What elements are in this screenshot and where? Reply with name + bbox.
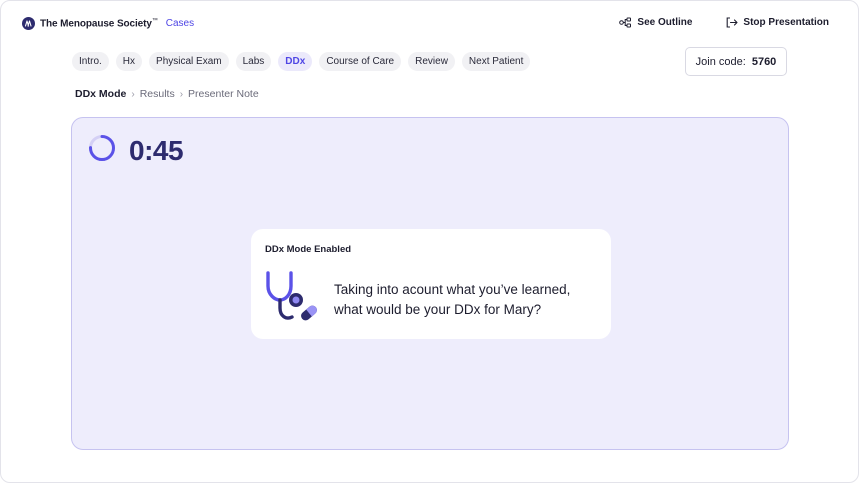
join-code-box: Join code: 5760 (685, 47, 787, 76)
card-title: DDx Mode Enabled (265, 244, 352, 255)
chevron-right-icon: › (131, 88, 135, 100)
stethoscope-pill-icon (263, 269, 321, 332)
header-actions: See Outline Stop Presentation (619, 17, 829, 28)
outline-icon (619, 17, 632, 28)
breadcrumb-ddx-mode[interactable]: DDx Mode (75, 88, 126, 100)
stop-presentation-label: Stop Presentation (743, 17, 829, 28)
app-window: The Menopause Society™ Cases See Outline (0, 0, 859, 483)
brand-product: Cases (165, 18, 195, 29)
tab-course-of-care[interactable]: Course of Care (319, 52, 402, 71)
ddx-prompt-card: DDx Mode Enabled Taking into acount what… (251, 229, 611, 339)
brand-mark-icon (22, 17, 35, 30)
ddx-question: Taking into acount what you’ve learned, … (334, 282, 571, 317)
stop-presentation-button[interactable]: Stop Presentation (726, 17, 829, 28)
tab-intro[interactable]: Intro. (72, 52, 109, 71)
brand-name: The Menopause Society™ (40, 17, 158, 30)
timer-ring-icon (88, 134, 116, 167)
tab-next-patient[interactable]: Next Patient (461, 52, 531, 71)
chevron-right-icon: › (179, 88, 184, 100)
exit-icon (726, 17, 738, 28)
tab-labs[interactable]: Labs (235, 52, 272, 71)
countdown-timer: 0:45 (88, 134, 184, 167)
see-outline-button[interactable]: See Outline (619, 17, 692, 28)
breadcrumb: DDx Mode › Results › Presenter Note (75, 88, 259, 100)
timer-value: 0:45 (129, 134, 184, 166)
section-tabs: Intro. Hx Physical Exam Labs DDx Course … (72, 52, 531, 71)
tab-review[interactable]: Review (408, 52, 455, 71)
brand-logo[interactable]: The Menopause Society™ Cases (22, 17, 194, 30)
ddx-panel: 0:45 DDx Mode Enabled Taking into acount (71, 117, 789, 450)
brand-trademark: ™ (151, 17, 158, 24)
tab-hx[interactable]: Hx (115, 52, 143, 71)
join-code-value: 5760 (751, 55, 777, 68)
join-code-label: Join code: (695, 55, 746, 68)
tab-physical-exam[interactable]: Physical Exam (149, 52, 229, 71)
tab-ddx[interactable]: DDx (278, 52, 313, 71)
see-outline-label: See Outline (637, 17, 693, 28)
breadcrumb-results[interactable]: Results (140, 88, 175, 100)
breadcrumb-presenter-note[interactable]: Presenter Note (188, 88, 259, 100)
